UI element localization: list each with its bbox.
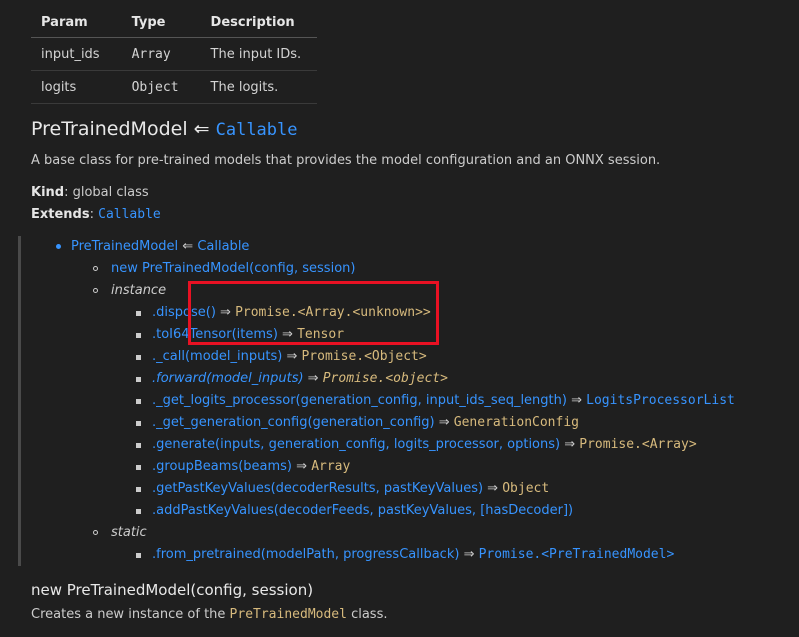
toc-root-arrow: ⇐: [178, 239, 198, 254]
bullet-circle: [93, 266, 98, 271]
bullet-circle: [93, 288, 98, 293]
header-type: Type: [121, 6, 201, 38]
kind-value: : global class: [64, 185, 149, 200]
toc-method-item: ._call(model_inputs) ⇒ Promise.<Object>: [152, 348, 427, 366]
extends-line: Extends: Callable: [31, 207, 161, 222]
toc-method-item: ._get_logits_processor(generation_config…: [152, 392, 735, 410]
toc-method-link[interactable]: ._get_generation_config(generation_confi…: [152, 415, 435, 430]
return-arrow: ⇒: [560, 437, 580, 452]
section-title: PreTrainedModel ⇐ Callable: [31, 118, 298, 140]
constructor-title: new PreTrainedModel(config, session): [31, 581, 314, 599]
toc-root-link[interactable]: PreTrainedModel: [71, 239, 178, 254]
extends-link[interactable]: Callable: [98, 207, 161, 222]
return-arrow: ⇒: [459, 547, 479, 562]
bullet-square: [136, 333, 141, 338]
table-row: logits Object The logits.: [31, 70, 317, 104]
bullet-disc: [56, 244, 61, 249]
constructor-desc-after: class.: [346, 607, 388, 622]
toc-root-parent-link[interactable]: Callable: [197, 239, 249, 254]
toc-method-link[interactable]: ._call(model_inputs): [152, 349, 282, 364]
toc-method-link[interactable]: .generate(inputs, generation_config, log…: [152, 437, 560, 452]
toc-static-label: static: [111, 525, 147, 540]
return-arrow: ⇒: [303, 371, 323, 386]
toc-method-item: .forward(model_inputs) ⇒ Promise.<object…: [152, 370, 448, 388]
toc-method-link[interactable]: .forward(model_inputs): [152, 371, 304, 386]
param-description: The logits.: [200, 70, 317, 104]
header-param: Param: [31, 6, 122, 38]
toc-method-link[interactable]: ._get_logits_processor(generation_config…: [152, 393, 567, 408]
toc-method-item: .generate(inputs, generation_config, log…: [152, 436, 697, 454]
return-type: Object: [502, 481, 550, 496]
return-type: Array: [311, 459, 351, 474]
extends-label: Extends: [31, 207, 90, 222]
param-description: The input IDs.: [200, 37, 317, 71]
class-description: A base class for pre-trained models that…: [31, 153, 661, 168]
return-arrow: ⇒: [566, 393, 587, 408]
bullet-square: [136, 421, 141, 426]
param-type: Object: [121, 70, 201, 104]
kind-line: Kind: global class: [31, 185, 149, 200]
return-arrow: ⇒: [292, 459, 312, 474]
return-type: Promise.<Array>: [579, 437, 697, 452]
extends-sep: :: [89, 207, 99, 222]
params-table: Param Type Description input_ids Array T…: [31, 6, 317, 104]
return-type: Promise.<object>: [322, 371, 448, 386]
header-description: Description: [200, 6, 317, 38]
toc-instance-label: instance: [111, 283, 167, 298]
toc-method-item: .groupBeams(beams) ⇒ Array: [152, 458, 350, 476]
constructor-description: Creates a new instance of the PreTrained…: [31, 607, 388, 622]
param-type: Array: [121, 37, 201, 71]
bullet-square: [136, 509, 141, 514]
toc-method-link[interactable]: .getPastKeyValues(decoderResults, pastKe…: [152, 481, 483, 496]
toc-method-link[interactable]: .groupBeams(beams): [152, 459, 292, 474]
return-type: GenerationConfig: [453, 415, 579, 430]
bullet-square: [136, 553, 141, 558]
return-arrow: ⇒: [483, 481, 503, 496]
constructor-desc-code: PreTrainedModel: [229, 607, 347, 622]
toc-method-item: .from_pretrained(modelPath, progressCall…: [152, 546, 674, 564]
bullet-circle: [93, 530, 98, 535]
toc-method-item: .getPastKeyValues(decoderResults, pastKe…: [152, 480, 549, 498]
extends-arrow: ⇐: [193, 118, 210, 140]
toc-method-link[interactable]: .addPastKeyValues(decoderFeeds, pastKeyV…: [152, 503, 573, 518]
table-header-row: Param Type Description: [31, 6, 317, 38]
param-name: input_ids: [31, 37, 122, 71]
toc-method-link[interactable]: .from_pretrained(modelPath, progressCall…: [152, 547, 459, 562]
return-type[interactable]: LogitsProcessorList: [586, 393, 735, 408]
bullet-square: [136, 487, 141, 492]
table-row: input_ids Array The input IDs.: [31, 37, 317, 71]
parent-class-link[interactable]: Callable: [216, 120, 298, 140]
constructor-desc-before: Creates a new instance of the: [31, 607, 230, 622]
toc-constructor-link[interactable]: new PreTrainedModel(config, session): [111, 260, 355, 278]
return-type: Promise.<Object>: [301, 349, 427, 364]
toc-root-item: PreTrainedModel ⇐ Callable: [71, 238, 249, 256]
return-arrow: ⇒: [282, 349, 302, 364]
return-type[interactable]: Promise.<PreTrainedModel>: [479, 547, 675, 562]
bullet-square: [136, 399, 141, 404]
highlight-box: [188, 281, 439, 345]
toc-method-item: ._get_generation_config(generation_confi…: [152, 414, 579, 432]
class-name: PreTrainedModel: [31, 118, 188, 140]
param-name: logits: [31, 70, 122, 104]
kind-label: Kind: [31, 185, 65, 200]
bullet-square: [136, 355, 141, 360]
bullet-square: [136, 377, 141, 382]
bullet-square: [136, 443, 141, 448]
bullet-square: [136, 465, 141, 470]
bullet-square: [136, 311, 141, 316]
toc-method-item: .addPastKeyValues(decoderFeeds, pastKeyV…: [152, 502, 573, 520]
return-arrow: ⇒: [434, 415, 454, 430]
